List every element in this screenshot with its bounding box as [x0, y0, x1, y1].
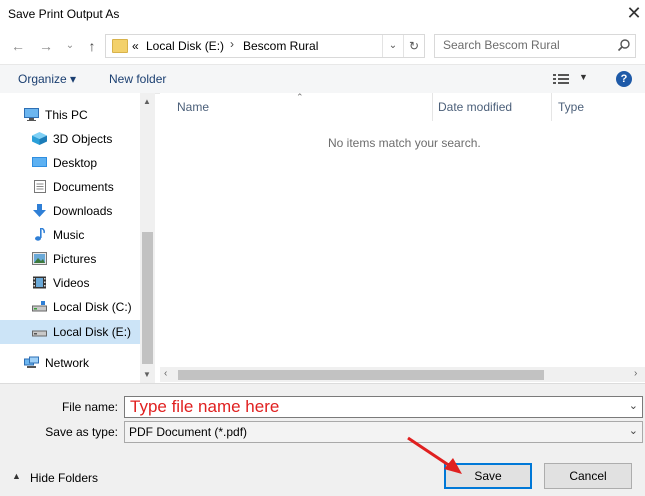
hide-folders-button[interactable]: Hide Folders	[30, 471, 98, 485]
this-pc-icon	[24, 108, 39, 121]
view-options-icon[interactable]	[553, 73, 569, 85]
breadcrumb-separator-icon: ›	[230, 37, 234, 51]
search-input[interactable]	[435, 35, 613, 55]
desktop-icon	[32, 157, 47, 167]
recent-locations-chevron-icon[interactable]: ⌄	[62, 38, 78, 54]
navigation-pane-scroll-thumb[interactable]	[142, 232, 153, 364]
nav-item-local-disk-e[interactable]: Local Disk (E:)	[0, 320, 140, 344]
breadcrumb-bescom-rural[interactable]: Bescom Rural	[243, 39, 318, 53]
address-overflow[interactable]: «	[132, 39, 139, 53]
refresh-icon[interactable]: ↻	[403, 35, 424, 57]
empty-folder-message: No items match your search.	[328, 136, 481, 150]
search-box[interactable]	[434, 34, 636, 58]
help-icon[interactable]: ?	[616, 71, 632, 87]
nav-item-pictures[interactable]: Pictures	[0, 248, 140, 270]
scroll-right-icon[interactable]: ›	[634, 368, 637, 379]
nav-item-this-pc[interactable]: This PC	[0, 104, 140, 126]
cancel-button[interactable]: Cancel	[544, 463, 632, 489]
annotation-arrow-icon	[407, 436, 462, 474]
column-header-name[interactable]: Name	[177, 100, 209, 114]
videos-icon	[33, 276, 46, 289]
drive-icon	[32, 330, 47, 337]
nav-item-downloads[interactable]: Downloads	[0, 200, 140, 222]
save-as-type-value: PDF Document (*.pdf)	[129, 425, 248, 439]
nav-item-3d-objects[interactable]: 3D Objects	[0, 128, 140, 150]
documents-icon	[34, 180, 46, 193]
up-arrow-icon[interactable]: ↑	[84, 38, 100, 54]
organize-button[interactable]: Organize ▾	[18, 72, 76, 86]
sort-ascending-icon: ⌃	[296, 92, 304, 102]
file-name-combo[interactable]: ⌄	[124, 396, 643, 418]
file-list: ⌃ Name Date modified Type No items match…	[160, 92, 645, 383]
nav-item-music[interactable]: Music	[0, 224, 140, 246]
nav-item-local-disk-c[interactable]: Local Disk (C:)	[0, 296, 140, 318]
back-arrow-icon[interactable]: ←	[10, 38, 26, 54]
view-dropdown-icon[interactable]: ▼	[579, 72, 588, 82]
downloads-icon	[33, 204, 46, 217]
save-as-type-label: Save as type:	[45, 425, 118, 439]
3d-objects-icon	[32, 132, 47, 145]
nav-item-network[interactable]: Network	[0, 352, 140, 374]
column-divider[interactable]	[551, 93, 552, 121]
horizontal-scroll-thumb[interactable]	[178, 370, 544, 380]
scroll-up-icon[interactable]: ▲	[143, 97, 151, 106]
column-header-type[interactable]: Type	[558, 100, 584, 114]
address-bar[interactable]: « Local Disk (E:) › Bescom Rural ⌄ ↻	[105, 34, 425, 58]
nav-item-documents[interactable]: Documents	[0, 176, 140, 198]
pictures-icon	[32, 252, 47, 265]
title-bar: Save Print Output As ✕	[0, 0, 645, 28]
window-title: Save Print Output As	[8, 7, 120, 21]
file-name-dropdown-chevron-icon[interactable]: ⌄	[629, 399, 638, 412]
nav-item-videos[interactable]: Videos	[0, 272, 140, 294]
drive-icon	[32, 301, 47, 312]
save-as-type-select[interactable]: PDF Document (*.pdf) ⌄	[124, 421, 643, 443]
forward-arrow-icon[interactable]: →	[38, 38, 54, 54]
network-icon	[24, 356, 39, 368]
command-toolbar: Organize ▾ New folder ▼ ?	[0, 64, 645, 94]
scroll-left-icon[interactable]: ‹	[164, 368, 167, 379]
navigation-pane: This PC 3D Objects Desktop Documents Dow…	[0, 93, 155, 383]
address-dropdown-chevron-icon[interactable]: ⌄	[382, 35, 403, 57]
save-as-type-chevron-icon[interactable]: ⌄	[629, 424, 638, 437]
collapse-chevron-icon[interactable]: ▲	[12, 471, 21, 481]
nav-item-desktop[interactable]: Desktop	[0, 152, 140, 174]
new-folder-button[interactable]: New folder	[109, 72, 166, 86]
search-icon[interactable]	[617, 38, 631, 52]
scroll-down-icon[interactable]: ▼	[143, 370, 151, 379]
file-name-label: File name:	[61, 400, 118, 414]
music-icon	[35, 228, 45, 241]
breadcrumb-local-disk-e[interactable]: Local Disk (E:)	[146, 39, 224, 53]
close-icon[interactable]: ✕	[624, 3, 644, 23]
file-name-input[interactable]	[125, 397, 620, 417]
folder-icon	[112, 39, 128, 53]
column-divider[interactable]	[432, 93, 433, 121]
column-header-date-modified[interactable]: Date modified	[438, 100, 512, 114]
